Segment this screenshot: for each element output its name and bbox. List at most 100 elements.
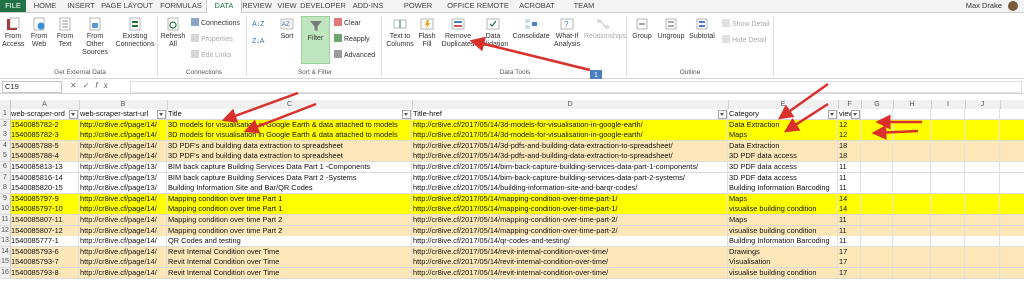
cell[interactable]: 1540085813-13 — [10, 162, 79, 172]
remove-duplicates-button[interactable]: Remove Duplicates — [440, 17, 476, 49]
cell[interactable]: 12 — [838, 119, 861, 130]
cell[interactable] — [893, 172, 931, 183]
cell[interactable]: 1540085782-3 — [10, 130, 79, 141]
cell[interactable] — [965, 151, 1000, 162]
cell[interactable] — [965, 183, 1000, 194]
cell[interactable]: Data Extraction — [728, 119, 838, 130]
cell[interactable]: http://cr8ive.cf/page/14/ — [79, 119, 167, 130]
header-cell[interactable]: Category — [728, 109, 838, 119]
cell[interactable] — [931, 140, 965, 151]
cell[interactable]: http://cr8ive.cf/2017/05/14/3d-pdfs-and-… — [412, 140, 728, 151]
filter-dropdown-icon[interactable] — [851, 110, 860, 119]
tab-review[interactable]: REVIEW — [240, 0, 274, 12]
cell[interactable] — [861, 193, 893, 204]
cell[interactable] — [931, 225, 965, 236]
cell[interactable] — [861, 151, 893, 162]
hide-detail-button[interactable]: Hide Detail — [722, 35, 766, 45]
filter-dropdown-icon[interactable] — [718, 110, 727, 119]
cell[interactable] — [893, 140, 931, 151]
cell[interactable] — [931, 151, 965, 162]
cell[interactable]: Maps — [728, 193, 838, 204]
cell[interactable] — [893, 130, 931, 141]
cell[interactable] — [861, 246, 893, 257]
existing-connections-button[interactable]: Existing Connections — [115, 17, 155, 49]
cell[interactable]: 11 — [838, 172, 861, 183]
cell[interactable]: Data Extraction — [728, 140, 838, 151]
cell[interactable] — [965, 119, 1000, 130]
cell[interactable]: 3D models for visualisation in Google Ea… — [167, 119, 412, 130]
cell[interactable]: 1540085807-12 — [10, 225, 79, 236]
cell[interactable]: Mapping condition over time Part 1 — [167, 193, 412, 204]
from-text-button[interactable]: From Text — [54, 17, 76, 49]
filter-button[interactable]: Filter — [301, 16, 330, 64]
cell[interactable]: 1540085788-5 — [10, 140, 79, 151]
cell[interactable] — [965, 236, 1000, 247]
properties-button[interactable]: Properties — [191, 34, 233, 44]
tab-team[interactable]: TEAM — [564, 0, 604, 12]
header-cell[interactable]: web-scraper-start-url — [79, 109, 167, 119]
group-button[interactable]: Group — [630, 17, 654, 41]
cell[interactable] — [931, 172, 965, 183]
cell[interactable] — [893, 225, 931, 236]
cell[interactable]: Building Information Barcoding — [728, 183, 838, 194]
column-header-a[interactable]: A — [10, 100, 80, 109]
cell[interactable]: http://cr8ive.cf/page/14/ — [79, 215, 167, 225]
cell[interactable]: Maps — [728, 130, 838, 141]
cell[interactable]: http://cr8ive.cf/page/14/ — [79, 236, 167, 247]
cell[interactable] — [893, 246, 931, 257]
cell[interactable]: http://cr8ive.cf/2017/05/14/revit-intern… — [412, 257, 728, 268]
cell[interactable] — [965, 257, 1000, 268]
subtotal-button[interactable]: Subtotal — [688, 17, 716, 41]
tab-file[interactable]: FILE — [0, 0, 26, 12]
cell[interactable]: Revit Internal Condition over Time — [167, 268, 412, 278]
cell[interactable]: http://cr8ive.cf/page/13/ — [79, 162, 167, 172]
cell[interactable] — [861, 236, 893, 247]
cell[interactable]: 1540085788-4 — [10, 151, 79, 162]
tab-developer[interactable]: DEVELOPER — [300, 0, 346, 12]
tab-data[interactable]: DATA — [206, 0, 242, 13]
cell[interactable]: 3D models for visualisation in Google Ea… — [167, 130, 412, 141]
header-cell[interactable] — [965, 109, 1000, 119]
cell[interactable]: http://cr8ive.cf/2017/05/14/bim-back-cap… — [412, 162, 728, 172]
cell[interactable] — [965, 225, 1000, 236]
column-header-f[interactable]: F — [838, 100, 862, 109]
header-cell[interactable]: web-scraper-ord — [10, 109, 79, 119]
cell[interactable]: QR Codes and testing — [167, 236, 412, 247]
cell[interactable]: 14 — [838, 193, 861, 204]
cell[interactable] — [931, 215, 965, 225]
cell[interactable] — [965, 162, 1000, 172]
cell[interactable] — [893, 204, 931, 215]
tab-insert[interactable]: INSERT — [64, 0, 98, 12]
cell[interactable]: http://cr8ive.cf/2017/05/14/mapping-cond… — [412, 193, 728, 204]
user-name[interactable]: Max Drake — [966, 0, 1002, 12]
cell[interactable]: visualise building condition — [728, 204, 838, 215]
cell[interactable]: 1540085820-15 — [10, 183, 79, 194]
ungroup-button[interactable]: Ungroup — [656, 17, 686, 41]
cell[interactable]: http://cr8ive.cf/page/13/ — [79, 183, 167, 194]
formula-input[interactable] — [130, 81, 1022, 93]
cell[interactable]: http://cr8ive.cf/2017/05/14/revit-intern… — [412, 246, 728, 257]
reapply-button[interactable]: Reapply — [334, 34, 370, 44]
header-cell[interactable] — [861, 109, 893, 119]
cell[interactable] — [893, 162, 931, 172]
cell[interactable]: Revit Internal Condition over Time — [167, 257, 412, 268]
cell[interactable] — [893, 119, 931, 130]
cell[interactable]: 18 — [838, 140, 861, 151]
column-header-b[interactable]: B — [79, 100, 168, 109]
cell[interactable]: 1540085777-1 — [10, 236, 79, 247]
cell[interactable]: 1540085793-8 — [10, 268, 79, 278]
name-box[interactable]: C19 — [2, 81, 62, 93]
text-to-columns-button[interactable]: Text to Columns — [385, 17, 415, 49]
edit-links-button[interactable]: Edit Links — [191, 50, 231, 60]
cell[interactable]: 11 — [838, 215, 861, 225]
cell[interactable] — [931, 268, 965, 278]
sort-z-a-button[interactable]: Z↓A — [252, 37, 264, 47]
cell[interactable]: 3D PDF data access — [728, 162, 838, 172]
cell[interactable] — [861, 257, 893, 268]
cell[interactable] — [931, 257, 965, 268]
user-avatar[interactable] — [1008, 1, 1018, 11]
cell[interactable]: 1540085807-11 — [10, 215, 79, 225]
cell[interactable]: http://cr8ive.cf/page/14/ — [79, 268, 167, 278]
cell[interactable]: 11 — [838, 225, 861, 236]
tab-office-remote[interactable]: OFFICE REMOTE — [446, 0, 510, 12]
